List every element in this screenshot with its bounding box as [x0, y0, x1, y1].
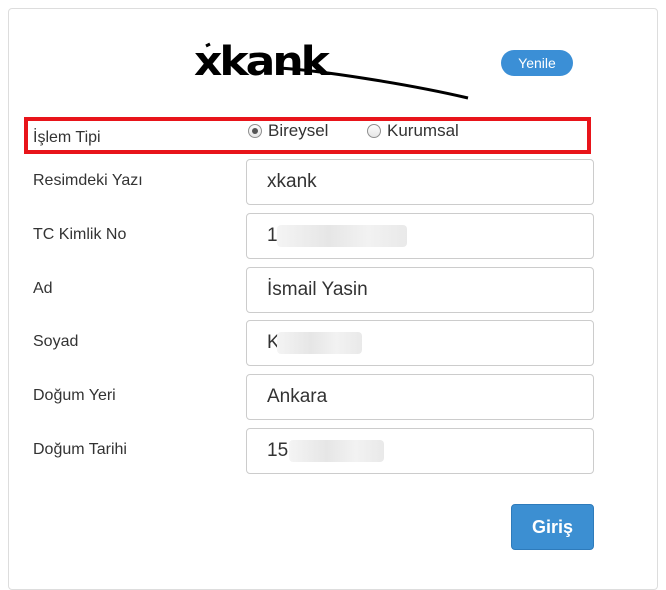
birth-date-input[interactable]: 15 — [246, 428, 594, 474]
birth-place-value: Ankara — [267, 386, 328, 407]
radio-kurumsal[interactable]: Kurumsal — [367, 121, 459, 141]
redaction-blur — [277, 332, 362, 354]
birth-place-label: Doğum Yeri — [33, 387, 116, 404]
radio-kurumsal-icon[interactable] — [367, 124, 381, 138]
first-name-label: Ad — [33, 280, 53, 297]
birth-place-input[interactable]: Ankara — [246, 374, 594, 420]
last-name-input[interactable]: K — [246, 320, 594, 366]
redaction-blur — [289, 440, 384, 462]
radio-bireysel-icon[interactable] — [248, 124, 262, 138]
login-submit-button[interactable]: Giriş — [511, 504, 594, 550]
last-name-label: Soyad — [33, 333, 79, 350]
first-name-input[interactable]: İsmail Yasin — [246, 267, 594, 313]
captcha-image: xkank — [188, 36, 478, 102]
first-name-value: İsmail Yasin — [267, 279, 368, 300]
captcha-input[interactable]: xkank — [246, 159, 594, 205]
refresh-captcha-button[interactable]: Yenile — [501, 50, 573, 76]
redaction-blur — [277, 225, 407, 247]
tc-no-value: 1 — [267, 225, 278, 246]
tc-no-label: TC Kimlik No — [33, 226, 127, 243]
tc-no-input[interactable]: 1 — [246, 213, 594, 259]
captcha-field-label: Resimdeki Yazı — [33, 172, 143, 189]
captcha-input-value: xkank — [267, 171, 317, 192]
radio-kurumsal-label: Kurumsal — [387, 121, 459, 140]
radio-bireysel-label: Bireysel — [268, 121, 329, 140]
birth-date-label: Doğum Tarihi — [33, 441, 127, 458]
birth-date-value: 15 — [267, 440, 289, 461]
radio-bireysel[interactable]: Bireysel — [248, 121, 328, 141]
captcha-strike-line — [205, 42, 469, 100]
transaction-type-label: İşlem Tipi — [33, 129, 101, 146]
